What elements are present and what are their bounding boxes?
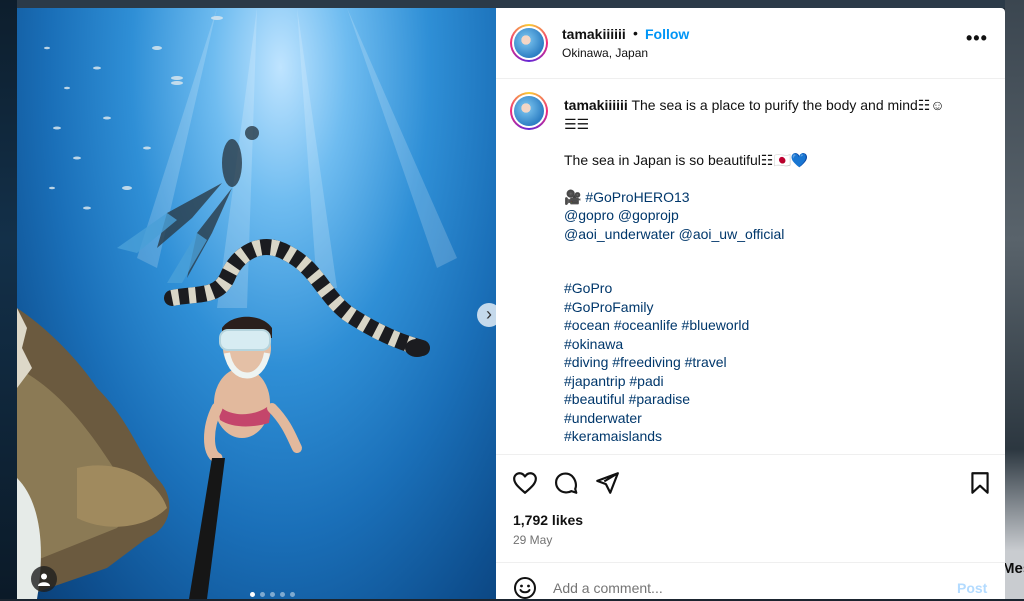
hashtag-line[interactable]: #underwater [564,409,984,428]
left-gutter [0,0,17,599]
post-details-panel: tamakiiiiii • Follow Okinawa, Japan ••• … [496,8,1005,599]
emoji-icon[interactable] [513,576,537,600]
background-feed-strip [1005,0,1024,599]
carousel-dot [270,592,275,597]
camera-hashtag[interactable]: 🎥 #GoProHERO13 [564,188,984,207]
hashtag-line[interactable]: #beautiful #paradise [564,390,984,409]
hashtag-line[interactable]: #diving #freediving #travel [564,353,984,372]
messages-partial-label[interactable]: Mes [1002,560,1024,577]
carousel-dot [280,592,285,597]
underwater-scene [17,8,457,599]
post-date[interactable]: 29 May [513,533,552,547]
post-header: tamakiiiiii • Follow Okinawa, Japan ••• [496,8,1005,79]
comment-icon[interactable] [553,470,579,496]
hashtag-line[interactable]: #japantrip #padi [564,372,984,391]
hashtag-line[interactable]: #okinawa [564,335,984,354]
hashtag-line[interactable]: #GoPro [564,279,984,298]
author-avatar[interactable] [510,24,548,62]
comment-bar: Post [496,562,1005,601]
mentions-line-2[interactable]: @aoi_underwater @aoi_uw_official [564,225,984,244]
tagged-user-icon[interactable] [31,566,57,592]
caption-username[interactable]: tamakiiiiii [564,97,628,113]
carousel-indicator [250,592,295,597]
post-actions: 1,792 likes 29 May Post [496,454,1005,600]
caption-line-2: The sea in Japan is so beautiful☷🇯🇵💙 [564,152,809,168]
separator-dot: • [633,25,638,41]
next-slide-button[interactable]: › [477,303,496,327]
like-heart-icon[interactable] [512,470,538,496]
hashtag-line[interactable]: #keramaislands [564,427,984,446]
carousel-dot [290,592,295,597]
location-link[interactable]: Okinawa, Japan [562,46,648,60]
mentions-line-1[interactable]: @gopro @goprojp [564,206,984,225]
caption-line-1: The sea is a place to purify the body an… [631,97,945,113]
likes-count[interactable]: 1,792 likes [513,512,583,528]
more-options-icon[interactable]: ••• [966,28,988,49]
comment-input[interactable] [553,580,913,596]
follow-button[interactable]: Follow [645,26,689,42]
author-username[interactable]: tamakiiiiii [562,26,626,42]
carousel-dot [260,592,265,597]
caption-line-1b: ☰☰ [564,115,590,132]
post-photo[interactable]: › [17,8,496,599]
post-comment-button[interactable]: Post [957,580,987,596]
hashtag-line[interactable]: #ocean #oceanlife #blueworld [564,316,984,335]
save-bookmark-icon[interactable] [967,470,993,496]
carousel-dot [250,592,255,597]
share-send-icon[interactable] [594,470,620,496]
post-caption: tamakiiiiii The sea is a place to purify… [564,96,984,446]
hashtag-list: #GoPro #GoProFamily #ocean #oceanlife #blu… [564,279,984,446]
hashtag-line[interactable]: #GoProFamily [564,298,984,317]
caption-avatar[interactable] [510,92,548,130]
person-icon [38,573,50,586]
